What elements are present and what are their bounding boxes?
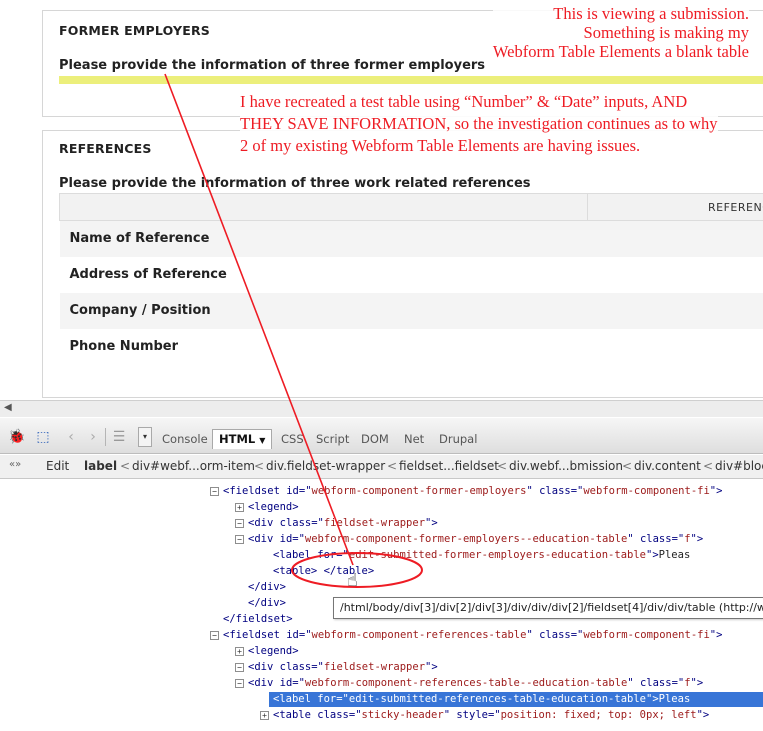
collapse-icon[interactable]: − xyxy=(210,486,219,496)
breadcrumb-item[interactable]: div.fieldset-wrapper xyxy=(266,459,385,473)
references-description: Please provide the information of three … xyxy=(59,176,531,191)
html-tree-node[interactable]: </fieldset> xyxy=(223,612,293,627)
breadcrumb-item[interactable]: div.content xyxy=(634,459,701,473)
references-fieldset: REFERENCES Please provide the informatio… xyxy=(42,130,763,398)
html-tree-node[interactable]: + <legend> xyxy=(235,644,299,659)
edit-button[interactable]: Edit xyxy=(46,459,69,473)
expand-icon[interactable]: + xyxy=(235,502,244,512)
html-tree-node[interactable]: − <div id="webform-component-references-t… xyxy=(235,676,703,691)
row-label: Name of Reference xyxy=(59,220,763,257)
annotation-line: I have recreated a test table using “Num… xyxy=(240,92,688,111)
firebug-bug-icon[interactable]: 🐞 xyxy=(8,428,26,446)
expand-panel-icon[interactable]: «» xyxy=(9,459,21,470)
chevron-down-icon: ▼ xyxy=(259,436,266,445)
annotation-line: 2 of my existing Webform Table Elements … xyxy=(240,136,641,155)
toolbar-divider xyxy=(105,428,106,446)
breadcrumb-item[interactable]: label xyxy=(84,459,117,473)
breadcrumb-item[interactable]: div#bloc xyxy=(715,459,763,473)
xpath-tooltip: /html/body/div[3]/div[2]/div[3]/div/div/… xyxy=(333,597,763,619)
tab-script[interactable]: Script xyxy=(316,432,349,446)
html-tree-node[interactable]: <label for="edit-submitted-former-employ… xyxy=(273,548,690,563)
horizontal-scrollbar[interactable]: ◀ xyxy=(0,400,763,417)
html-breadcrumb: «» Edit label < div#webf...orm-item < di… xyxy=(0,455,763,479)
hand-pointer-icon: ☝ xyxy=(347,570,358,591)
annotation-line: THEY SAVE INFORMATION, so the investigat… xyxy=(240,114,718,133)
table-row: Phone Number xyxy=(59,328,763,365)
html-tree-node[interactable]: − <div id="webform-component-former-emplo… xyxy=(235,532,703,547)
tab-css[interactable]: CSS xyxy=(281,432,304,446)
firebug-toolbar: 🐞 ⬚ ‹ › ☰ ▾ Console HTML ▼ CSS Script DO… xyxy=(0,418,763,454)
html-tree-node[interactable]: − <div class="fieldset-wrapper"> xyxy=(235,516,438,531)
html-tree-node[interactable]: <table> </table> xyxy=(273,564,374,579)
collapse-icon[interactable]: − xyxy=(235,662,244,672)
tab-net[interactable]: Net xyxy=(404,432,424,446)
menu-lines-icon[interactable]: ☰ xyxy=(110,428,128,446)
firebug-panel: 🐞 ⬚ ‹ › ☰ ▾ Console HTML ▼ CSS Script DO… xyxy=(0,418,763,731)
scroll-left-icon[interactable]: ◀ xyxy=(4,402,12,413)
table-header-empty xyxy=(59,193,588,221)
inspect-element-icon[interactable]: ⬚ xyxy=(34,428,52,446)
html-tree-node[interactable]: </div> xyxy=(248,596,286,611)
collapse-icon[interactable]: − xyxy=(210,630,219,640)
forward-arrow-icon[interactable]: › xyxy=(84,428,102,446)
collapse-icon[interactable]: − xyxy=(235,518,244,528)
breadcrumb-item[interactable]: fieldset...fieldset xyxy=(399,459,499,473)
back-arrow-icon[interactable]: ‹ xyxy=(62,428,80,446)
collapse-icon[interactable]: − xyxy=(235,534,244,544)
html-tree-node[interactable]: + <table class="sticky-header" style="pos… xyxy=(260,708,709,723)
tab-html-label: HTML xyxy=(219,432,256,446)
table-header-reference: REFERENC xyxy=(587,193,763,221)
table-row: Address of Reference xyxy=(59,256,763,293)
breadcrumb-item[interactable]: div#webf...orm-item xyxy=(132,459,255,473)
html-tree-node[interactable]: + <legend> xyxy=(235,500,299,515)
html-tree-node[interactable]: </div> xyxy=(248,580,286,595)
row-label: Phone Number xyxy=(59,328,763,365)
tab-drupal[interactable]: Drupal xyxy=(439,432,477,446)
annotation-line: This is viewing a submission. xyxy=(553,4,749,23)
annotation-note-2: I have recreated a test table using “Num… xyxy=(240,92,718,155)
blank-table-highlight xyxy=(59,76,763,84)
breadcrumb-item[interactable]: div.webf...bmission xyxy=(509,459,623,473)
annotation-line: Webform Table Elements a blank table xyxy=(492,42,749,61)
expand-icon[interactable]: + xyxy=(235,646,244,656)
former-employers-description: Please provide the information of three … xyxy=(59,58,486,73)
html-tree-node[interactable]: − <fieldset id="webform-component-former-… xyxy=(210,484,722,499)
references-table: REFERENC Name of Reference Address of Re… xyxy=(59,193,763,365)
html-tree-node[interactable]: − <div class="fieldset-wrapper"> xyxy=(235,660,438,675)
table-row: Name of Reference xyxy=(59,220,763,257)
table-row: Company / Position xyxy=(59,292,763,329)
annotation-note-1: This is viewing a submission. Something … xyxy=(492,4,749,61)
tab-dom[interactable]: DOM xyxy=(361,432,389,446)
row-label: Company / Position xyxy=(59,292,763,329)
html-tree-node[interactable]: − <fieldset id="webform-component-referen… xyxy=(210,628,722,643)
row-label: Address of Reference xyxy=(59,256,763,293)
tab-console[interactable]: Console xyxy=(162,432,208,446)
references-legend: REFERENCES xyxy=(59,141,152,156)
tab-html[interactable]: HTML ▼ xyxy=(212,429,273,449)
html-tree-node[interactable]: <label for="edit-submitted-references-ta… xyxy=(269,692,763,707)
annotation-line: Something is making my xyxy=(583,23,749,42)
collapse-icon[interactable]: − xyxy=(235,678,244,688)
chevron-down-icon[interactable]: ▾ xyxy=(138,427,152,447)
expand-icon[interactable]: + xyxy=(260,710,269,720)
former-employers-legend: FORMER EMPLOYERS xyxy=(59,23,211,38)
